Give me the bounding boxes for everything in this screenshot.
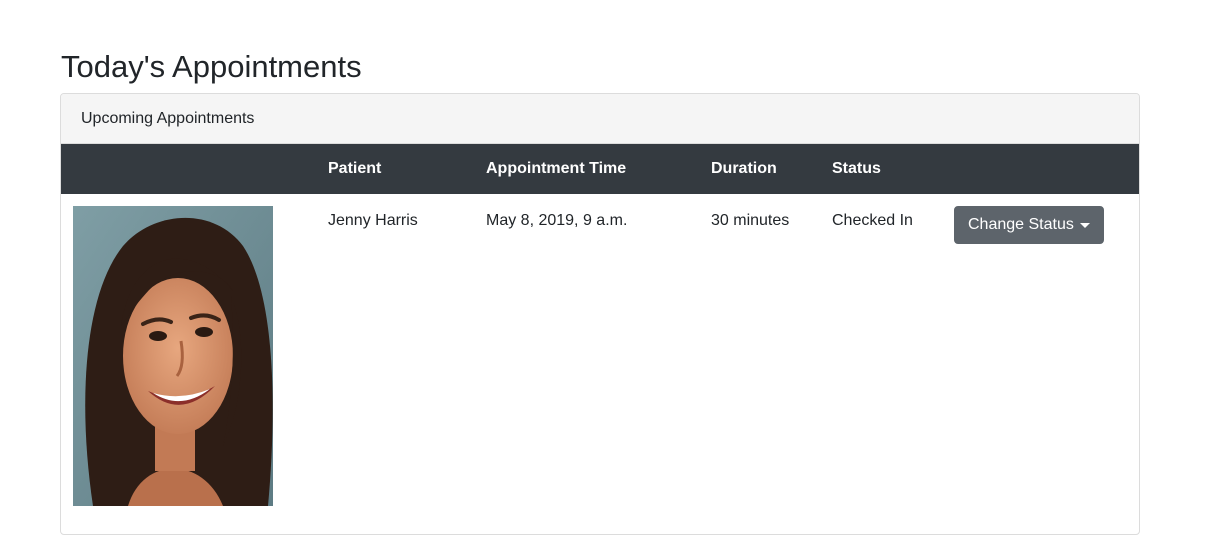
patient-name: Jenny Harris: [328, 212, 418, 229]
appointment-time: May 8, 2019, 9 a.m.: [486, 212, 628, 229]
appointments-card: Upcoming Appointments Patient Appointmen…: [60, 93, 1140, 535]
change-status-label: Change Status: [968, 216, 1074, 233]
caret-down-icon: [1079, 223, 1090, 228]
column-header-status: Status: [832, 160, 881, 177]
column-header-appointment-time: Appointment Time: [486, 160, 627, 177]
column-header-patient: Patient: [328, 160, 382, 177]
table-header: Patient Appointment Time Duration Status: [61, 144, 1139, 194]
appointment-duration: 30 minutes: [711, 212, 790, 229]
page-title: Today's Appointments: [61, 49, 362, 84]
table-row: Jenny Harris May 8, 2019, 9 a.m. 30 minu…: [61, 194, 1139, 534]
change-status-button[interactable]: Change Status: [954, 206, 1104, 244]
patient-photo-image: [73, 206, 273, 506]
card-header: Upcoming Appointments: [61, 94, 1139, 144]
patient-photo: [73, 206, 273, 506]
column-header-duration: Duration: [711, 160, 777, 177]
appointment-status: Checked In: [832, 212, 913, 229]
